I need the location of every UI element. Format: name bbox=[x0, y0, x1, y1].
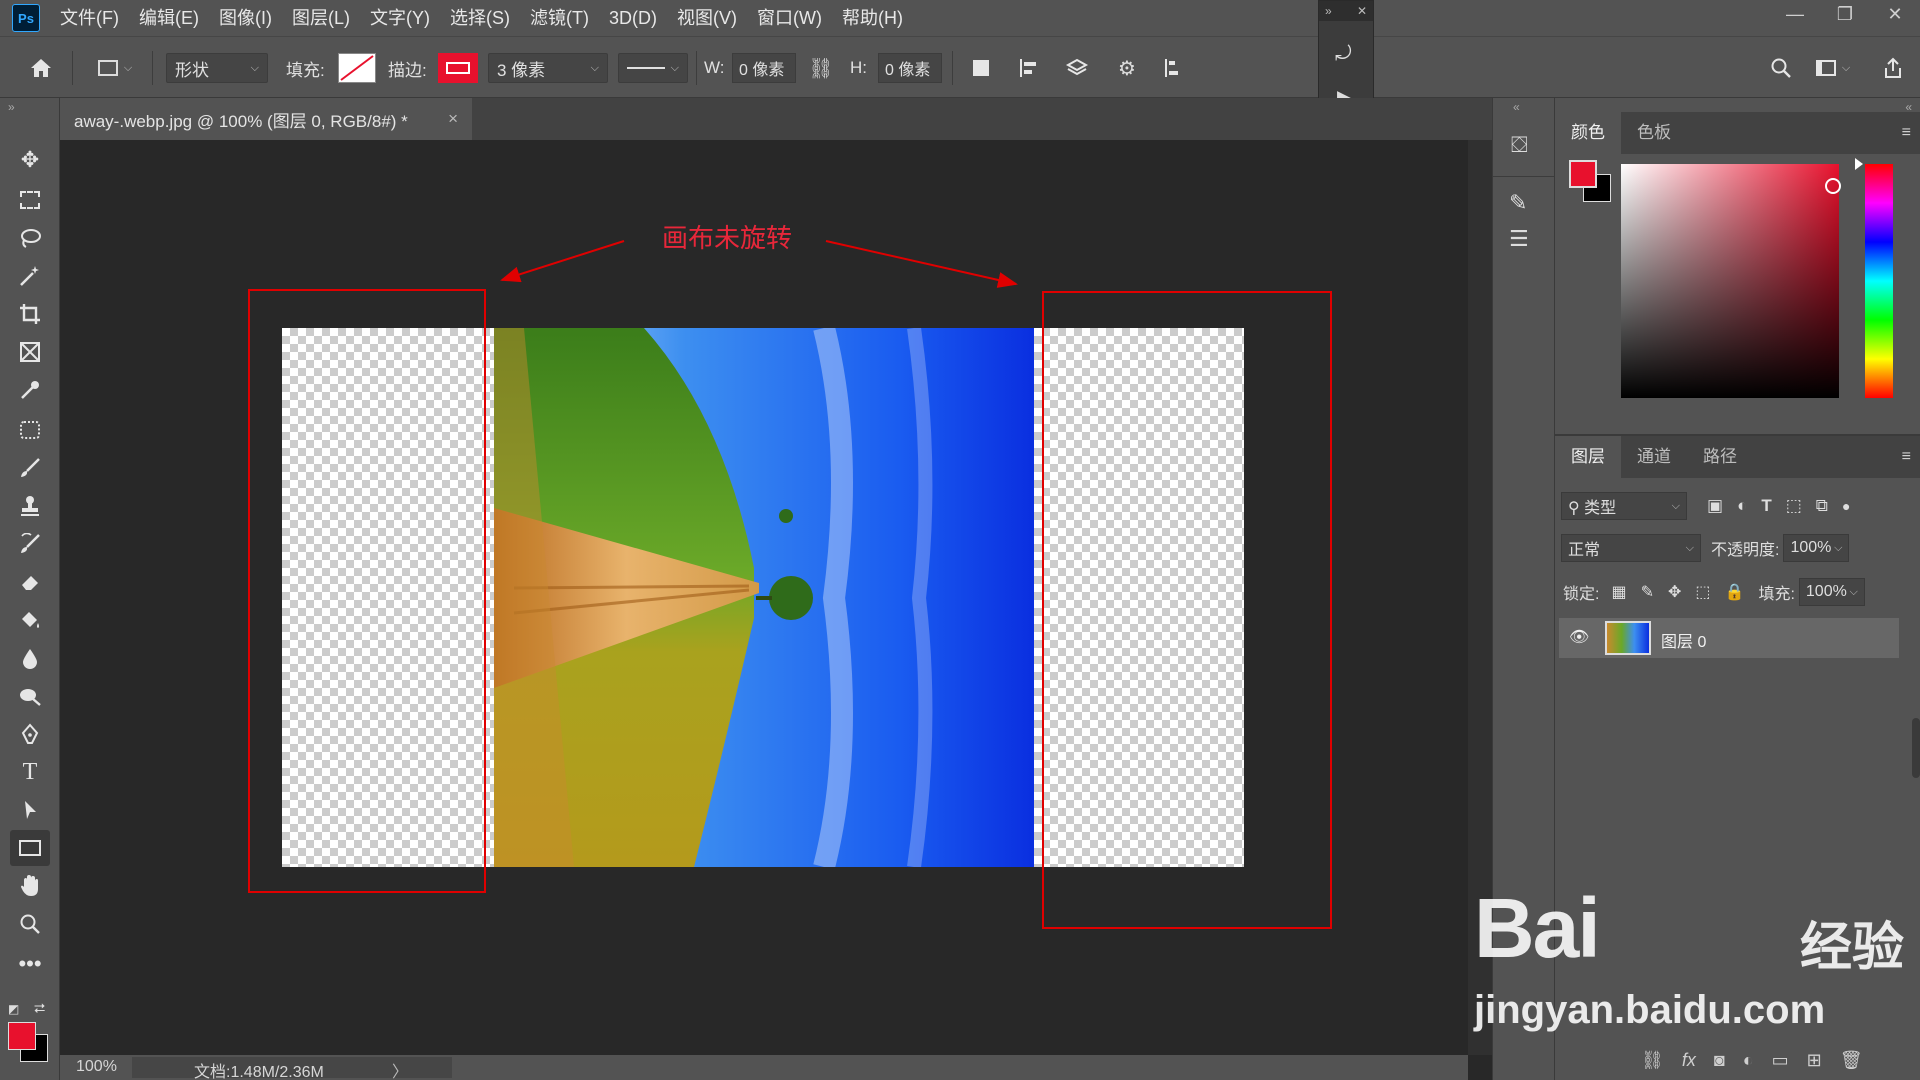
add-mask-icon[interactable]: ◙ bbox=[1714, 1050, 1725, 1071]
blend-mode-dropdown[interactable]: 正常 ⌵ bbox=[1561, 534, 1701, 562]
color-picker-marker bbox=[1825, 178, 1841, 194]
lock-transparent-icon[interactable]: ▦ bbox=[1611, 582, 1626, 602]
filter-toggle-icon[interactable]: ● bbox=[1842, 498, 1850, 514]
new-adjustment-layer-icon[interactable]: ◐ bbox=[1743, 1050, 1754, 1071]
color-panel-foreground-swatch[interactable] bbox=[1569, 160, 1597, 188]
lock-pixels-icon[interactable]: ✎ bbox=[1641, 582, 1654, 602]
document-size: 文档:1.48M/2.36M bbox=[194, 1064, 324, 1080]
collapse-panels-icon[interactable]: « bbox=[1513, 100, 1520, 114]
layers-scrollbar[interactable] bbox=[1912, 718, 1920, 778]
fill-field[interactable]: 100% ⌵ bbox=[1798, 578, 1865, 606]
lock-label: 锁定: bbox=[1563, 586, 1600, 603]
baidu-watermark: Bai bbox=[1474, 881, 1601, 975]
search-icon: ⚲ bbox=[1568, 500, 1580, 517]
layer-row[interactable]: 👁 图层 0 bbox=[1559, 618, 1899, 658]
type-filter-icon[interactable]: T bbox=[1761, 496, 1771, 516]
zoom-level[interactable]: 100% bbox=[76, 1058, 117, 1076]
tab-color[interactable]: 颜色 bbox=[1555, 112, 1621, 154]
lock-artboard-icon[interactable]: ⬚ bbox=[1695, 582, 1710, 602]
jingyan-watermark: 经验 bbox=[1800, 919, 1905, 977]
color-panel-tabs: 颜色 色板 ≡ bbox=[1555, 112, 1920, 154]
panel-menu-icon[interactable]: ≡ bbox=[1902, 448, 1911, 466]
filter-kind-value: 类型 bbox=[1584, 500, 1617, 517]
opacity-field[interactable]: 100% ⌵ bbox=[1783, 534, 1850, 562]
hue-slider-handle[interactable] bbox=[1855, 158, 1863, 170]
opacity-value: 100% bbox=[1790, 539, 1832, 556]
lock-position-icon[interactable]: ✥ bbox=[1668, 582, 1681, 602]
chevron-down-icon: ⌵ bbox=[1849, 585, 1858, 598]
chevron-down-icon: ⌵ bbox=[1685, 541, 1694, 554]
link-layers-icon[interactable]: ⛓ bbox=[1641, 1050, 1664, 1071]
adjustment-filter-icon[interactable]: ◐ bbox=[1737, 496, 1747, 516]
new-layer-icon[interactable]: ⊞ bbox=[1807, 1050, 1822, 1071]
new-group-icon[interactable]: ▭ bbox=[1772, 1050, 1789, 1071]
color-field[interactable] bbox=[1621, 164, 1841, 398]
chevron-down-icon: ⌵ bbox=[1671, 499, 1680, 512]
pixel-filter-icon[interactable]: ▣ bbox=[1707, 496, 1723, 516]
fill-label: 填充: bbox=[1758, 586, 1795, 603]
tab-paths[interactable]: 路径 bbox=[1687, 436, 1753, 478]
opacity-label: 不透明度: bbox=[1711, 542, 1780, 559]
blend-mode-value: 正常 bbox=[1568, 542, 1601, 559]
chevron-down-icon: ⌵ bbox=[1834, 541, 1843, 554]
layers-bottom-toolbar: ⛓ fx ◙ ◐ ▭ ⊞ 🗑 bbox=[1641, 1050, 1863, 1071]
3d-icon[interactable]: ⛋ bbox=[1511, 132, 1528, 158]
layer-style-icon[interactable]: fx bbox=[1682, 1050, 1696, 1071]
layer-filter-row: ⚲ 类型 ⌵ ▣ ◐ T ⬚ ⧉ ● bbox=[1561, 492, 1850, 520]
layer-thumbnail bbox=[1605, 621, 1651, 655]
status-menu-arrow[interactable]: 〉 bbox=[392, 1058, 408, 1080]
delete-layer-icon[interactable]: 🗑 bbox=[1840, 1050, 1863, 1071]
brush-settings-icon[interactable]: ✎ bbox=[1509, 190, 1527, 216]
layer-filter-dropdown[interactable]: ⚲ 类型 ⌵ bbox=[1561, 492, 1687, 520]
tab-channels[interactable]: 通道 bbox=[1621, 436, 1687, 478]
tab-layers[interactable]: 图层 bbox=[1555, 436, 1621, 478]
panel-menu-icon[interactable]: ≡ bbox=[1902, 124, 1911, 142]
layers-panel-tabs: 图层 通道 路径 ≡ bbox=[1555, 436, 1920, 478]
lock-row: 锁定: ▦ ✎ ✥ ⬚ 🔒 填充: 100% ⌵ bbox=[1563, 578, 1865, 606]
smart-object-filter-icon[interactable]: ⧉ bbox=[1816, 496, 1828, 516]
shape-filter-icon[interactable]: ⬚ bbox=[1786, 496, 1802, 516]
tab-swatches[interactable]: 色板 bbox=[1621, 112, 1687, 154]
fill-value: 100% bbox=[1805, 583, 1847, 600]
properties-icon[interactable]: ☰ bbox=[1509, 226, 1529, 252]
layer-name[interactable]: 图层 0 bbox=[1661, 628, 1706, 652]
lock-all-icon[interactable]: 🔒 bbox=[1725, 582, 1745, 602]
hue-slider[interactable] bbox=[1865, 164, 1893, 398]
status-bar: 100% 文档:1.48M/2.36M 〉 bbox=[60, 1055, 1468, 1080]
blend-row: 正常 ⌵ 不透明度: 100% ⌵ bbox=[1561, 534, 1850, 562]
visibility-eye-icon[interactable]: 👁 bbox=[1569, 627, 1589, 647]
watermark-url: jingyan.baidu.com bbox=[1474, 988, 1826, 1032]
